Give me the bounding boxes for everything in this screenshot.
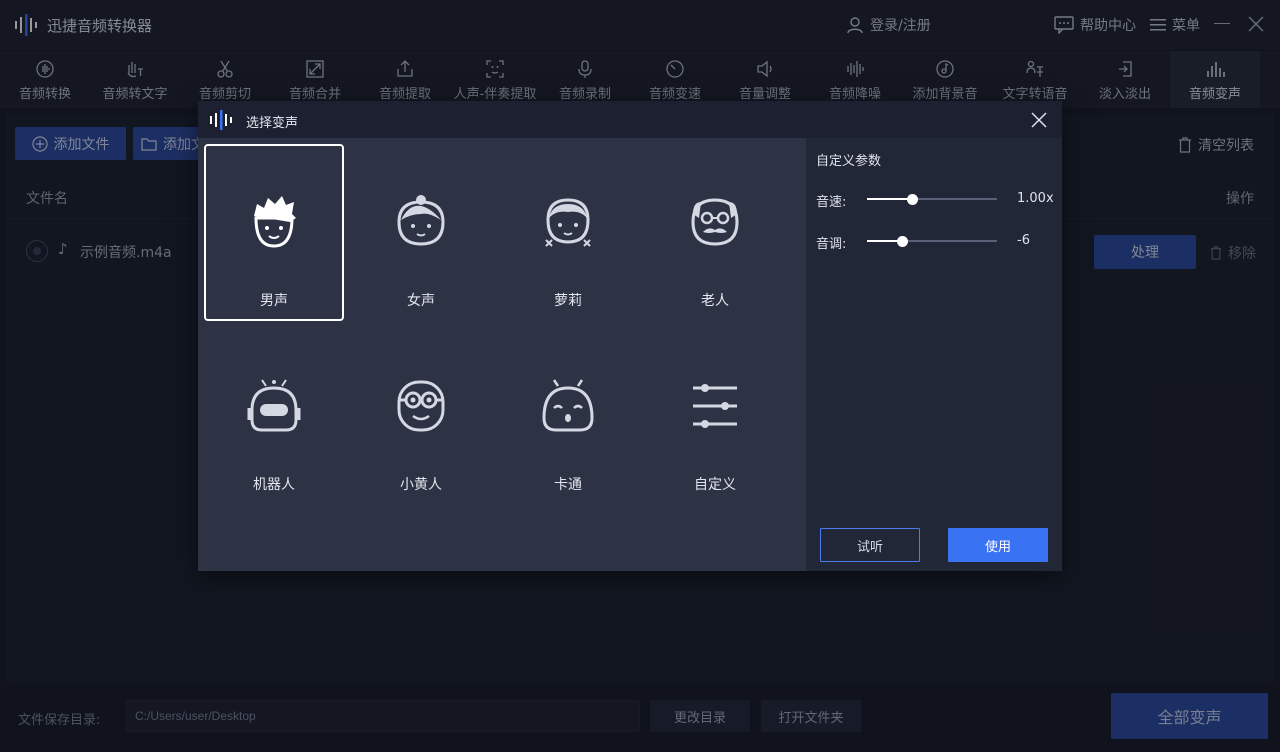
minion-face-icon [397, 380, 445, 432]
speed-slider[interactable] [867, 193, 997, 205]
speed-slider-thumb[interactable] [907, 193, 918, 205]
voice-label: 萝莉 [554, 293, 582, 309]
male-face-icon [254, 196, 296, 248]
voice-option-robot[interactable]: 机器人 [204, 328, 344, 505]
speed-label: 音速: [816, 195, 847, 210]
voice-options-grid: 男声 女声 萝莉 老人 机器人 小黄人 卡通 自定义 [198, 138, 806, 571]
voice-option-old-man[interactable]: 老人 [645, 144, 785, 321]
voice-change-dialog: 选择变声 男声 女声 萝莉 老人 机器人 小黄人 卡通 自定义 自定义参数 音速… [198, 101, 1062, 571]
voice-option-minion[interactable]: 小黄人 [351, 328, 491, 505]
female-face-icon [397, 195, 445, 246]
cartoon-face-icon [542, 379, 594, 432]
dialog-title: 选择变声 [246, 116, 299, 131]
preview-button[interactable]: 试听 [820, 528, 920, 562]
voice-label: 老人 [701, 293, 729, 309]
voice-option-male[interactable]: 男声 [204, 144, 344, 321]
params-title: 自定义参数 [816, 154, 882, 169]
voice-option-girl[interactable]: 萝莉 [498, 144, 638, 321]
voice-option-cartoon[interactable]: 卡通 [498, 328, 638, 505]
pitch-slider[interactable] [867, 235, 997, 247]
pitch-label: 音调: [816, 237, 847, 252]
voice-label: 机器人 [253, 477, 295, 493]
robot-face-icon [247, 379, 301, 432]
app-window: 迅捷音频转换器 登录/注册 帮助中心 菜单 音频转换 音频转文字 音频剪切 音频… [0, 0, 1280, 752]
pitch-value: -6 [1017, 233, 1030, 248]
girl-face-icon [545, 198, 591, 247]
app-logo-icon [210, 110, 232, 130]
old-man-face-icon [691, 198, 739, 246]
voice-label: 卡通 [554, 477, 582, 493]
custom-params-panel: 自定义参数 音速: 1.00x 音调: -6 试听 使用 [806, 138, 1062, 571]
voice-label: 女声 [407, 293, 435, 309]
speed-value: 1.00x [1017, 191, 1054, 206]
voice-label: 小黄人 [400, 477, 442, 493]
pitch-slider-thumb[interactable] [896, 235, 908, 247]
voice-option-female[interactable]: 女声 [351, 144, 491, 321]
voice-label: 自定义 [694, 477, 736, 493]
voice-option-custom[interactable]: 自定义 [645, 328, 785, 505]
use-button[interactable]: 使用 [948, 528, 1048, 562]
close-icon[interactable] [1030, 111, 1048, 129]
voice-label: 男声 [260, 293, 288, 309]
sliders-icon [693, 384, 737, 428]
dialog-header: 选择变声 [198, 101, 1062, 138]
